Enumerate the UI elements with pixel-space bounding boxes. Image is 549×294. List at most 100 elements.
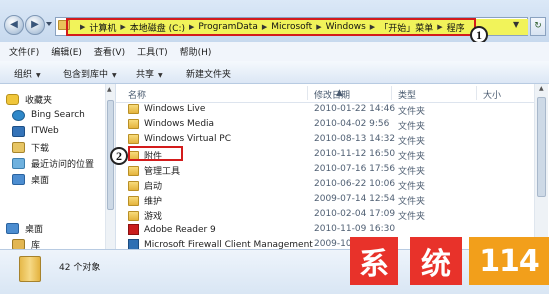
organize-button[interactable]: 组织 ▼ (14, 67, 41, 80)
item-date: 2010-01-22 14:46 (314, 104, 396, 114)
nav-item-desktop-fav[interactable]: 桌面 (12, 172, 49, 186)
item-name: 管理工具 (144, 167, 181, 177)
menu-tools[interactable]: 工具(T) (137, 45, 168, 58)
new-folder-label: 新建文件夹 (186, 70, 232, 80)
list-item[interactable]: 维护 2009-07-14 12:54 文件夹 (116, 192, 534, 207)
desktop-icon (12, 173, 25, 185)
recent-places-icon (12, 157, 25, 169)
organize-label: 组织 (14, 70, 33, 80)
item-name: Adobe Reader 9 (144, 224, 216, 235)
nav-item-itweb[interactable]: ITWeb (12, 124, 59, 138)
menu-file[interactable]: 文件(F) (9, 45, 39, 58)
navigation-pane: 收藏夹 Bing Search ITWeb 下载 最近访问的位置 桌面 桌面 库 (0, 84, 116, 251)
item-date: 2010-11-12 16:50 (314, 149, 396, 159)
accessories-callout-box (128, 146, 183, 161)
list-item[interactable]: Windows Virtual PC 2010-08-13 14:32 文件夹 (116, 132, 534, 147)
menu-bar: 文件(F) 编辑(E) 查看(V) 工具(T) 帮助(H) (0, 42, 549, 62)
chevron-down-icon[interactable]: ▼ (513, 20, 519, 29)
item-count: 42 个对象 (59, 263, 101, 273)
item-name: Windows Media (144, 119, 215, 129)
nav-desktop[interactable]: 桌面 (6, 221, 43, 235)
command-toolbar: 组织 ▼ 包含到库中 ▼ 共享 ▼ 新建文件夹 (0, 61, 549, 84)
item-date: 2009-07-14 12:54 (314, 194, 396, 204)
item-type: 文件夹 (398, 152, 426, 162)
globe-icon (12, 109, 25, 121)
item-type: 文件夹 (398, 137, 426, 147)
item-name: Windows Virtual PC (144, 134, 232, 144)
recent-pages-dropdown-icon[interactable] (46, 22, 52, 26)
list-item[interactable]: Windows Media 2010-04-02 9:56 文件夹 (116, 117, 534, 132)
folder-icon (128, 119, 139, 129)
scrollbar-thumb[interactable] (537, 97, 546, 197)
nav-item-label: Bing Search (31, 110, 85, 120)
list-item[interactable]: Windows Live 2010-01-22 14:46 文件夹 (116, 102, 534, 117)
item-date: 2010-07-16 17:56 (314, 164, 396, 174)
new-folder-button[interactable]: 新建文件夹 (186, 67, 231, 80)
watermark-logo: 系 (350, 237, 398, 285)
chevron-down-icon: ▼ (112, 72, 117, 79)
watermark-logo: 114 (469, 237, 549, 285)
back-button[interactable]: ◀ (4, 15, 24, 35)
item-date: 2009-10- (314, 239, 355, 249)
star-icon (6, 93, 19, 105)
list-item[interactable]: 管理工具 2010-07-16 17:56 文件夹 (116, 162, 534, 177)
list-item[interactable]: 游戏 2010-02-04 17:09 文件夹 (116, 207, 534, 222)
menu-edit[interactable]: 编辑(E) (51, 45, 82, 58)
scroll-up-icon[interactable]: ▲ (107, 86, 112, 93)
forward-button[interactable]: ▶ (25, 15, 45, 35)
column-size[interactable]: 大小 (483, 88, 501, 101)
item-date: 2010-02-04 17:09 (314, 209, 396, 219)
nav-pane-scrollbar[interactable]: ▲ (105, 84, 115, 249)
column-type[interactable]: 类型 (398, 88, 416, 101)
column-date-modified[interactable]: 修改日期 (314, 88, 350, 101)
folder-icon (128, 165, 139, 176)
nav-item-bing-search[interactable]: Bing Search (12, 108, 85, 122)
item-type: 文件夹 (398, 167, 426, 177)
item-type: 文件夹 (398, 197, 426, 207)
folder-icon (128, 104, 139, 114)
folder-icon (19, 256, 41, 282)
menu-help[interactable]: 帮助(H) (180, 45, 212, 58)
share-button[interactable]: 共享 ▼ (136, 67, 163, 80)
item-type: 文件夹 (398, 122, 426, 132)
nav-item-label: ITWeb (31, 126, 59, 136)
pdf-icon (128, 224, 139, 235)
nav-item-recent-places[interactable]: 最近访问的位置 (12, 156, 94, 170)
item-date: 2010-11-09 16:30 (314, 224, 396, 234)
address-bar-row: ◀ ▶ ▶ 计算机 ▶ 本地磁盘 (C:) ▶ ProgramData ▶ Mi… (0, 0, 549, 44)
item-name: 维护 (144, 197, 163, 207)
watermark-logo: 统 (410, 237, 462, 285)
share-label: 共享 (136, 70, 155, 80)
itweb-icon (12, 125, 25, 137)
chevron-down-icon: ▼ (36, 72, 41, 79)
list-item[interactable]: 启动 2010-06-22 10:06 文件夹 (116, 177, 534, 192)
item-type: 文件夹 (398, 212, 426, 222)
nav-desktop-label: 桌面 (25, 224, 44, 235)
nav-item-label: 桌面 (31, 175, 50, 186)
item-date: 2010-04-02 9:56 (314, 119, 390, 129)
folder-icon (128, 195, 139, 206)
nav-favorites[interactable]: 收藏夹 (6, 92, 52, 106)
item-name: Windows Live (144, 104, 206, 114)
file-list-scrollbar[interactable]: ▲ (534, 84, 548, 249)
explorer-window: ◀ ▶ ▶ 计算机 ▶ 本地磁盘 (C:) ▶ ProgramData ▶ Mi… (0, 0, 549, 294)
item-name: 启动 (144, 182, 163, 192)
list-item[interactable]: Adobe Reader 9 2010-11-09 16:30 (116, 222, 534, 237)
column-name[interactable]: 名称 (128, 88, 146, 101)
column-divider[interactable] (391, 86, 392, 100)
library-icon (12, 238, 25, 250)
address-callout-box (66, 18, 476, 36)
folder-icon (128, 180, 139, 191)
scroll-up-icon[interactable]: ▲ (539, 85, 544, 92)
include-in-library-button[interactable]: 包含到库中 ▼ (63, 67, 117, 80)
folder-icon (128, 134, 139, 144)
menu-view[interactable]: 查看(V) (94, 45, 125, 58)
column-divider[interactable] (476, 86, 477, 100)
column-divider[interactable] (307, 86, 308, 100)
column-header: ▲ 名称 修改日期 类型 大小 (116, 84, 534, 103)
callout-badge-2: 2 (110, 147, 128, 165)
nav-favorites-label: 收藏夹 (25, 95, 53, 106)
refresh-icon[interactable]: ↻ (530, 17, 546, 36)
item-date: 2010-06-22 10:06 (314, 179, 396, 189)
nav-item-downloads[interactable]: 下载 (12, 140, 49, 154)
